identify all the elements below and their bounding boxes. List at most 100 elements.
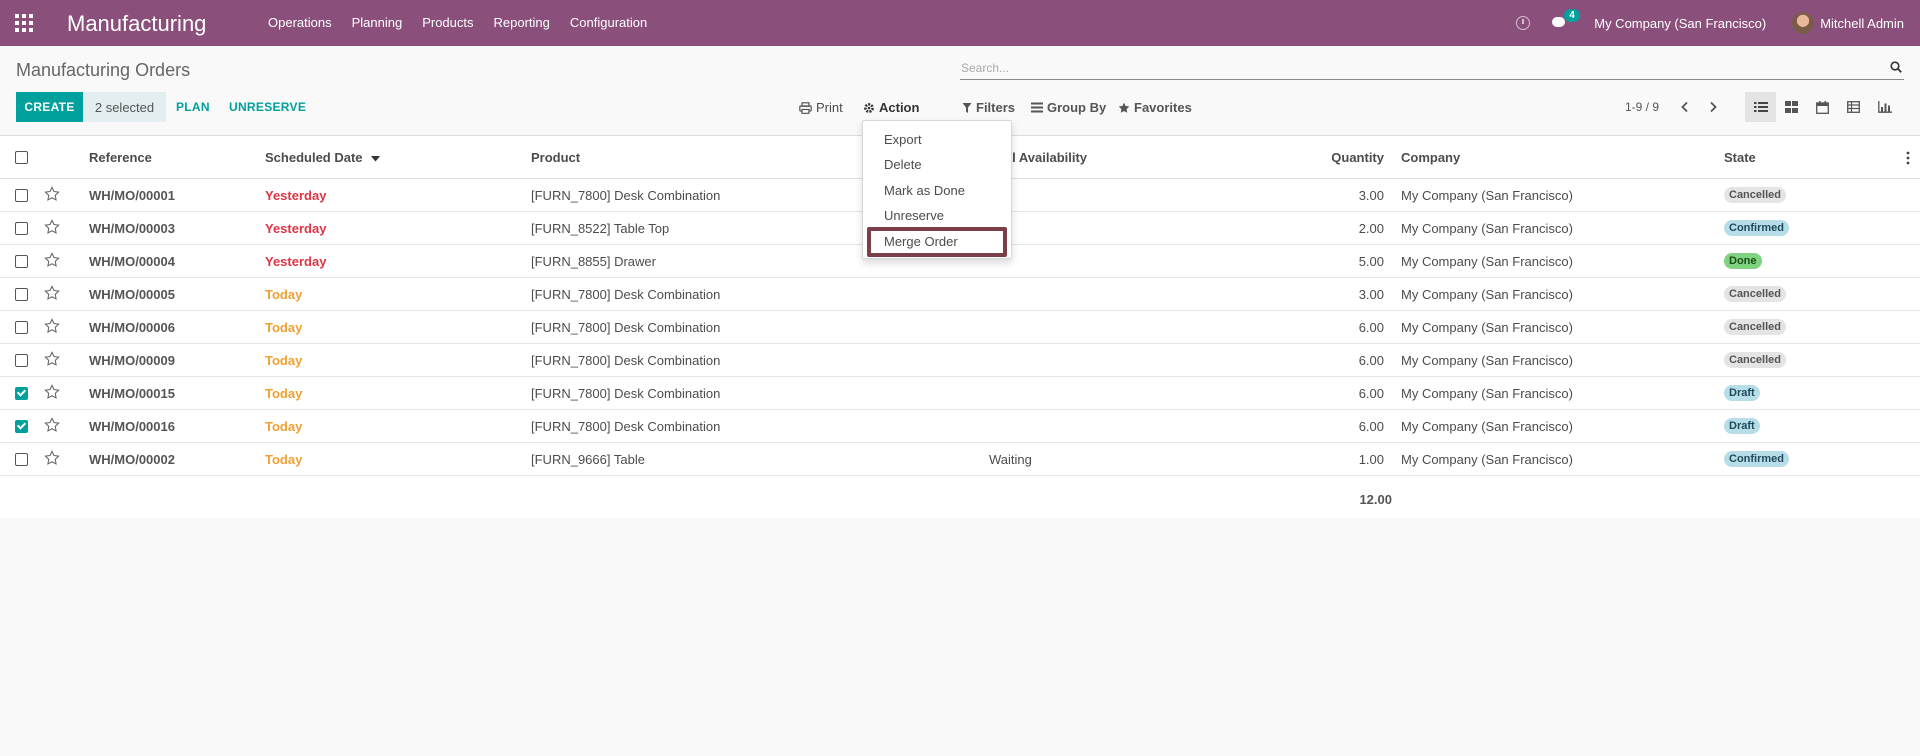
row-reference: WH/MO/00005 xyxy=(89,287,175,302)
chevron-left-icon[interactable] xyxy=(1679,101,1691,113)
graph-view-button[interactable] xyxy=(1869,92,1900,122)
filters-button[interactable]: Filters xyxy=(962,100,1015,115)
priority-star-icon[interactable] xyxy=(44,384,60,400)
menu-reporting[interactable]: Reporting xyxy=(494,15,550,30)
print-button[interactable]: Print xyxy=(799,100,843,115)
company-switcher[interactable]: My Company (San Francisco) xyxy=(1594,16,1766,31)
row-product: [FURN_7800] Desk Combination xyxy=(531,320,721,335)
app-name[interactable]: Manufacturing xyxy=(67,11,206,37)
menu-operations[interactable]: Operations xyxy=(268,15,332,30)
unreserve-button[interactable]: UNRESERVE xyxy=(229,100,306,114)
priority-star-icon[interactable] xyxy=(44,417,60,433)
table-row[interactable]: WH/MO/00005 Today [FURN_7800] Desk Combina… xyxy=(0,278,1920,311)
action-export[interactable]: Export xyxy=(884,132,922,147)
action-button[interactable]: Action xyxy=(863,100,919,115)
column-state[interactable]: State xyxy=(1724,150,1756,165)
table-row[interactable]: WH/MO/00015 Today [FURN_7800] Desk Combina… xyxy=(0,377,1920,410)
status-badge: Cancelled xyxy=(1724,319,1786,335)
column-company[interactable]: Company xyxy=(1401,150,1460,165)
table-row[interactable]: WH/MO/00016 Today [FURN_7800] Desk Combina… xyxy=(0,410,1920,443)
priority-star-icon[interactable] xyxy=(44,318,60,334)
row-company: My Company (San Francisco) xyxy=(1401,419,1573,434)
kanban-view-button[interactable] xyxy=(1776,92,1807,122)
print-icon xyxy=(799,101,812,114)
chat-count-badge: 4 xyxy=(1564,9,1580,22)
row-reference: WH/MO/00016 xyxy=(89,419,175,434)
row-checkbox[interactable] xyxy=(15,288,28,301)
priority-star-icon[interactable] xyxy=(44,252,60,268)
select-all-checkbox[interactable] xyxy=(15,151,28,164)
favorites-button[interactable]: Favorites xyxy=(1118,100,1192,115)
star-filled-icon xyxy=(1118,102,1130,113)
table-grid-icon xyxy=(1847,101,1860,113)
row-quantity: 5.00 xyxy=(1358,254,1384,269)
pager-value[interactable]: 1-9 / 9 xyxy=(1625,100,1659,114)
calendar-view-icon xyxy=(1816,100,1829,114)
column-reference[interactable]: Reference xyxy=(89,150,152,165)
row-product: [FURN_9666] Table xyxy=(531,452,645,467)
table-row[interactable]: WH/MO/00006 Today [FURN_7800] Desk Combina… xyxy=(0,311,1920,344)
row-quantity: 3.00 xyxy=(1358,287,1384,302)
status-badge: Confirmed xyxy=(1724,451,1789,467)
row-checkbox[interactable] xyxy=(15,420,28,433)
groupby-button[interactable]: Group By xyxy=(1031,100,1106,115)
user-avatar[interactable] xyxy=(1792,12,1815,34)
row-scheduled-date: Yesterday xyxy=(265,254,327,269)
plan-button[interactable]: PLAN xyxy=(176,100,210,114)
favorites-label: Favorites xyxy=(1134,100,1192,115)
row-checkbox[interactable] xyxy=(15,453,28,466)
column-quantity[interactable]: Quantity xyxy=(1331,150,1384,165)
priority-star-icon[interactable] xyxy=(44,219,60,235)
priority-star-icon[interactable] xyxy=(44,450,60,466)
action-delete[interactable]: Delete xyxy=(884,157,922,172)
row-reference: WH/MO/00003 xyxy=(89,221,175,236)
list-view-button[interactable] xyxy=(1745,92,1776,122)
menu-products[interactable]: Products xyxy=(422,15,473,30)
row-checkbox[interactable] xyxy=(15,222,28,235)
pivot-view-button[interactable] xyxy=(1838,92,1869,122)
column-scheduled-date[interactable]: Scheduled Date xyxy=(265,150,381,165)
apps-grid-icon[interactable] xyxy=(15,14,33,32)
filters-label: Filters xyxy=(976,100,1016,115)
print-label: Print xyxy=(816,100,843,115)
row-quantity: 6.00 xyxy=(1358,386,1384,401)
view-switcher xyxy=(1745,92,1900,122)
sort-caret-down-icon xyxy=(371,155,381,162)
row-checkbox[interactable] xyxy=(15,189,28,202)
activity-clock-icon[interactable] xyxy=(1516,16,1531,30)
menu-planning[interactable]: Planning xyxy=(352,15,403,30)
action-unreserve[interactable]: Unreserve xyxy=(884,208,944,223)
table-row[interactable]: WH/MO/00002 Today [FURN_9666] Table Waiting… xyxy=(0,443,1920,476)
priority-star-icon[interactable] xyxy=(44,285,60,301)
user-menu[interactable]: Mitchell Admin xyxy=(1820,16,1904,31)
priority-star-icon[interactable] xyxy=(44,186,60,202)
priority-star-icon[interactable] xyxy=(44,351,60,367)
row-quantity: 3.00 xyxy=(1358,188,1384,203)
row-quantity: 6.00 xyxy=(1358,419,1384,434)
create-button[interactable]: CREATE xyxy=(16,92,83,122)
search-input[interactable] xyxy=(960,58,1860,78)
chat-icon[interactable]: 4 xyxy=(1552,9,1580,29)
action-label: Action xyxy=(879,100,920,115)
column-product[interactable]: Product xyxy=(531,150,580,165)
row-checkbox[interactable] xyxy=(15,354,28,367)
column-options-icon[interactable] xyxy=(1906,151,1910,165)
menu-configuration[interactable]: Configuration xyxy=(570,15,647,30)
status-badge: Draft xyxy=(1724,385,1760,401)
bar-chart-icon xyxy=(1877,101,1892,113)
search-icon[interactable] xyxy=(1890,61,1902,73)
row-checkbox[interactable] xyxy=(15,321,28,334)
row-company: My Company (San Francisco) xyxy=(1401,287,1573,302)
row-checkbox[interactable] xyxy=(15,255,28,268)
action-mark-as-done[interactable]: Mark as Done xyxy=(884,183,965,198)
calendar-view-button[interactable] xyxy=(1807,92,1838,122)
row-company: My Company (San Francisco) xyxy=(1401,353,1573,368)
row-scheduled-date: Today xyxy=(265,419,303,434)
action-dropdown-menu: Export Delete Mark as Done Unreserve Mer… xyxy=(862,120,1012,259)
row-company: My Company (San Francisco) xyxy=(1401,188,1573,203)
row-checkbox[interactable] xyxy=(15,387,28,400)
table-row[interactable]: WH/MO/00009 Today [FURN_7800] Desk Combina… xyxy=(0,344,1920,377)
row-scheduled-date: Today xyxy=(265,386,303,401)
status-badge: Cancelled xyxy=(1724,286,1786,302)
chevron-right-icon[interactable] xyxy=(1707,101,1719,113)
